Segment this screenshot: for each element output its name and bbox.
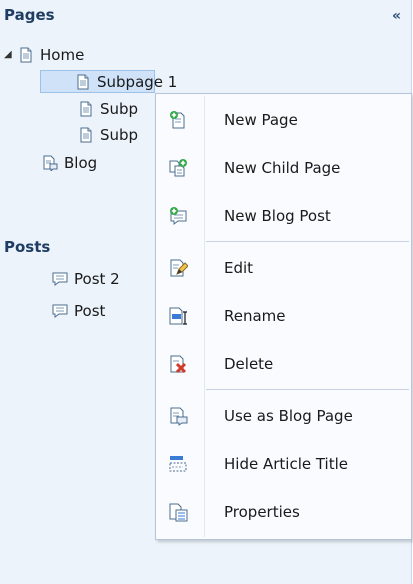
pages-panel-root: Pages « ◢ Home Subpage 1 Subp Subp Blog … [0, 0, 413, 584]
new-page-icon [168, 110, 188, 130]
post-icon [52, 303, 68, 319]
new-child-page-icon [168, 158, 188, 178]
tree-item-subpage-2[interactable]: Subp [78, 98, 158, 120]
post-icon [52, 271, 68, 287]
menu-separator [206, 241, 409, 242]
menu-item-label: Rename [224, 307, 286, 325]
tree-item-post-2[interactable]: Post 2 [52, 268, 152, 290]
pages-header: Pages [4, 6, 55, 24]
tree-item-label: Subp [100, 126, 139, 144]
expander-collapse-icon[interactable]: ◢ [4, 50, 14, 60]
tree-item-subpage-3[interactable]: Subp [78, 124, 158, 146]
page-icon [78, 101, 94, 117]
posts-header: Posts [4, 238, 51, 256]
menu-item-label: Hide Article Title [224, 455, 348, 473]
properties-icon [168, 502, 188, 522]
menu-item-rename[interactable]: Rename [157, 292, 410, 340]
tree-item-subpage-1[interactable]: Subpage 1 [40, 70, 177, 93]
tree-item-label: Home [40, 46, 85, 64]
tree-item-label: Post 2 [74, 270, 120, 288]
tree-item-label: Blog [64, 154, 98, 172]
hide-article-title-icon [168, 454, 188, 474]
menu-item-new-child-page[interactable]: New Child Page [157, 144, 410, 192]
menu-item-label: Use as Blog Page [224, 407, 353, 425]
menu-item-new-page[interactable]: New Page [157, 96, 410, 144]
menu-item-label: New Child Page [224, 159, 341, 177]
new-blog-post-icon [168, 206, 188, 226]
menu-item-label: Edit [224, 259, 254, 277]
blog-page-icon [42, 155, 58, 173]
tree-item-label: Subpage 1 [97, 72, 178, 91]
menu-item-use-as-blog-page[interactable]: Use as Blog Page [157, 392, 410, 440]
page-icon [18, 47, 34, 63]
menu-item-label: Delete [224, 355, 274, 373]
page-icon [75, 74, 91, 90]
menu-item-label: New Page [224, 111, 298, 129]
tree-item-label: Post [74, 302, 106, 320]
tree-item-home[interactable]: ◢ Home [4, 44, 144, 66]
use-as-blog-page-icon [168, 406, 188, 426]
tree-item-post[interactable]: Post [52, 300, 152, 322]
delete-icon [168, 354, 188, 374]
edit-icon [168, 258, 189, 278]
menu-item-properties[interactable]: Properties [157, 488, 410, 536]
context-menu: New Page New Child Page New Blog Post Ed… [155, 93, 412, 540]
menu-item-delete[interactable]: Delete [157, 340, 410, 388]
page-icon [78, 127, 94, 143]
menu-item-label: Properties [224, 503, 300, 521]
menu-item-hide-article-title[interactable]: Hide Article Title [157, 440, 410, 488]
tree-item-blog[interactable]: Blog [42, 152, 142, 174]
tree-item-label: Subp [100, 100, 139, 118]
menu-item-new-blog-post[interactable]: New Blog Post [157, 192, 410, 240]
rename-icon [168, 306, 188, 326]
collapse-panel-button[interactable]: « [392, 8, 401, 24]
menu-item-edit[interactable]: Edit [157, 244, 410, 292]
menu-item-label: New Blog Post [224, 207, 331, 225]
menu-separator [206, 389, 409, 390]
